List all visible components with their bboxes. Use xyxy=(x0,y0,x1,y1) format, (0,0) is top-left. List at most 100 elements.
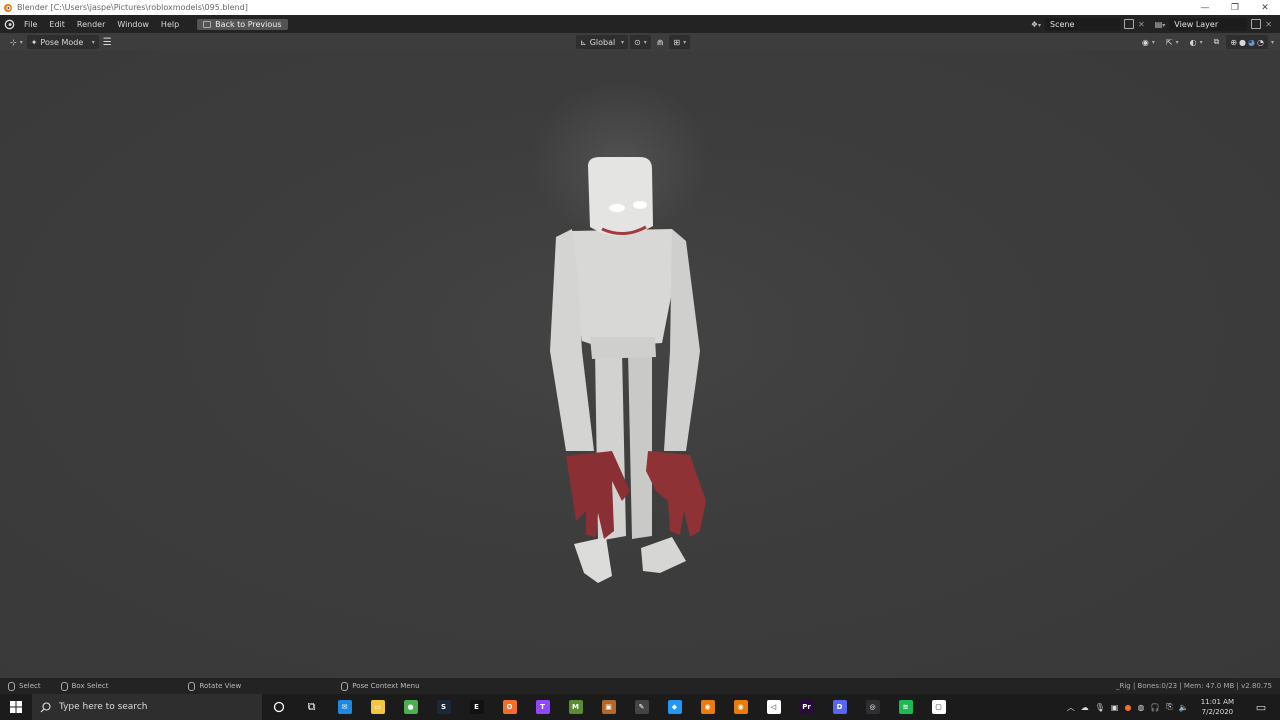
menu-render[interactable]: Render xyxy=(71,20,111,29)
taskbar-search-box[interactable]: Type here to search xyxy=(32,694,262,720)
rig-character-model xyxy=(530,81,710,583)
volume-icon[interactable]: 🔈 xyxy=(1179,703,1189,712)
scene-label: Scene xyxy=(1050,19,1075,29)
header-menu-button[interactable]: ☰ xyxy=(99,35,116,49)
taskbar-app-discord[interactable]: D xyxy=(823,694,856,720)
notifications-button[interactable]: ▭ xyxy=(1246,701,1276,714)
task-view-button[interactable]: ⧉ xyxy=(295,694,328,720)
chevron-down-icon: ▾ xyxy=(620,38,624,46)
cortana-button[interactable] xyxy=(262,694,295,720)
taskbar-app-premiere[interactable]: Pr xyxy=(790,694,823,720)
menu-edit[interactable]: Edit xyxy=(43,20,71,29)
status-select: Select xyxy=(8,681,41,691)
screen-icon xyxy=(203,20,212,28)
taskbar-app-steam[interactable]: S xyxy=(427,694,460,720)
start-button[interactable] xyxy=(0,694,32,720)
taskbar-app-minecraft[interactable]: M xyxy=(559,694,592,720)
maximize-button[interactable]: ❐ xyxy=(1220,3,1250,13)
steam-icon: S xyxy=(436,700,451,714)
tray-expand-icon[interactable]: ︿ xyxy=(1067,702,1075,713)
notification-icon: ▭ xyxy=(1255,700,1267,714)
new-scene-icon[interactable] xyxy=(1124,19,1135,29)
tray-origin-icon[interactable]: ● xyxy=(1124,703,1131,712)
taskbar-app-mail[interactable]: ✉ xyxy=(328,694,361,720)
epic-icon: E xyxy=(469,700,484,714)
blender-logo-icon xyxy=(4,3,12,12)
taskbar-app-blender-b[interactable]: ◉ xyxy=(724,694,757,720)
material-shading-icon[interactable]: ◕ xyxy=(1248,38,1255,47)
taskbar-app-spotify[interactable]: ≋ xyxy=(889,694,922,720)
taskbar-app-explorer[interactable]: ▭ xyxy=(361,694,394,720)
pivot-icon: ⊙ xyxy=(634,37,641,47)
view-layer-icon[interactable]: ▤▾ xyxy=(1155,20,1166,29)
shading-buttons[interactable]: ⊕ ● ◕ ◔ xyxy=(1226,35,1268,49)
taskbar-app-visual-studio[interactable]: ◁ xyxy=(757,694,790,720)
mode-dropdown[interactable]: ✦ Pose Mode ▾ xyxy=(26,35,99,49)
taskbar-app-chrome[interactable]: ● xyxy=(394,694,427,720)
remove-view-layer-icon[interactable]: ✕ xyxy=(1265,20,1272,29)
3d-viewport[interactable] xyxy=(0,51,1280,678)
snap-target-dropdown[interactable]: ⊞ ▾ xyxy=(669,35,691,49)
remove-scene-icon[interactable]: ✕ xyxy=(1138,20,1145,29)
blender-topbar: File Edit Render Window Help Back to Pre… xyxy=(0,15,1280,33)
system-tray: ︿ ☁ 🎙 ▣ ● ◍ 🎧 ⎘ 🔈 11:01 AM 7/2/2020 ▭ xyxy=(1067,697,1280,717)
shading-chevron-down-icon[interactable]: ▾ xyxy=(1271,39,1274,46)
cloud-icon[interactable]: ☁ xyxy=(1081,703,1089,712)
status-box-select: Box Select xyxy=(60,681,109,691)
taskbar-app-roblox[interactable]: ▢ xyxy=(922,694,955,720)
menu-file[interactable]: File xyxy=(18,20,43,29)
orientation-icon: ⊾ xyxy=(580,37,587,47)
solid-shading-icon[interactable]: ● xyxy=(1239,38,1246,47)
menu-window[interactable]: Window xyxy=(111,20,155,29)
status-box-select-label: Box Select xyxy=(71,682,109,690)
headset-icon[interactable]: 🎧 xyxy=(1150,703,1160,712)
network-icon[interactable]: ⎘ xyxy=(1166,702,1172,712)
status-rotate-view: Rotate View xyxy=(188,681,241,691)
tray-steam-icon[interactable]: ◍ xyxy=(1137,703,1144,712)
task-view-icon: ⧉ xyxy=(307,700,316,713)
back-to-previous-button[interactable]: Back to Previous xyxy=(197,18,288,30)
tray-app-icon[interactable]: ▣ xyxy=(1111,703,1119,712)
xray-button[interactable]: ⧉ xyxy=(1210,35,1224,49)
mode-label: Pose Mode xyxy=(40,37,84,47)
close-button[interactable]: ✕ xyxy=(1250,3,1280,13)
snap-button[interactable]: ⋒ xyxy=(653,35,668,49)
pivot-dropdown[interactable]: ⊙ ▾ xyxy=(630,35,651,49)
spotify-icon: ≋ xyxy=(898,700,913,714)
status-select-label: Select xyxy=(19,682,41,690)
menu-help[interactable]: Help xyxy=(155,20,185,29)
blender-b-icon: ◉ xyxy=(733,700,748,714)
taskbar-app-blender-a[interactable]: ◉ xyxy=(691,694,724,720)
visibility-dropdown[interactable]: ◉ ▾ xyxy=(1138,35,1159,49)
orientation-dropdown[interactable]: ⊾ Global ▾ xyxy=(576,35,628,49)
new-view-layer-icon[interactable] xyxy=(1251,19,1262,29)
status-context-menu-label: Pose Context Menu xyxy=(352,682,420,690)
taskbar-app-origin[interactable]: O xyxy=(493,694,526,720)
scene-field[interactable]: Scene xyxy=(1045,17,1121,31)
chevron-down-icon: ▾ xyxy=(91,38,95,46)
windows-icon xyxy=(10,701,22,713)
status-bar: Select Box Select Rotate View Pose Conte… xyxy=(0,678,1280,694)
snap-target-icon: ⊞ xyxy=(673,37,681,47)
minimize-button[interactable]: — xyxy=(1190,3,1220,13)
roblox-studio-icon: ◆ xyxy=(667,700,682,714)
blender-menu-icon[interactable] xyxy=(0,19,18,30)
rendered-shading-icon[interactable]: ◔ xyxy=(1257,38,1264,47)
clock-time: 11:01 AM xyxy=(1200,698,1234,706)
taskbar-app-tool[interactable]: ✎ xyxy=(625,694,658,720)
taskbar-app-obs[interactable]: ◎ xyxy=(856,694,889,720)
overlays-dropdown[interactable]: ◐ ▾ xyxy=(1186,35,1207,49)
taskbar-app-epic[interactable]: E xyxy=(460,694,493,720)
taskbar-app-blocks[interactable]: ▣ xyxy=(592,694,625,720)
taskbar-app-roblox-studio[interactable]: ◆ xyxy=(658,694,691,720)
taskbar-clock[interactable]: 11:01 AM 7/2/2020 xyxy=(1195,697,1240,717)
editor-type-button[interactable]: ⊹ ▾ xyxy=(6,35,27,49)
view-layer-field[interactable]: View Layer xyxy=(1169,17,1248,31)
wireframe-shading-icon[interactable]: ⊕ xyxy=(1230,38,1237,47)
scene-icon[interactable]: ❖▾ xyxy=(1031,20,1041,29)
taskbar-app-twitch[interactable]: T xyxy=(526,694,559,720)
gizmo-dropdown[interactable]: ⇱ ▾ xyxy=(1162,35,1183,49)
search-placeholder: Type here to search xyxy=(59,702,148,712)
hamburger-icon: ☰ xyxy=(102,36,112,48)
microphone-icon[interactable]: 🎙 xyxy=(1095,703,1105,712)
